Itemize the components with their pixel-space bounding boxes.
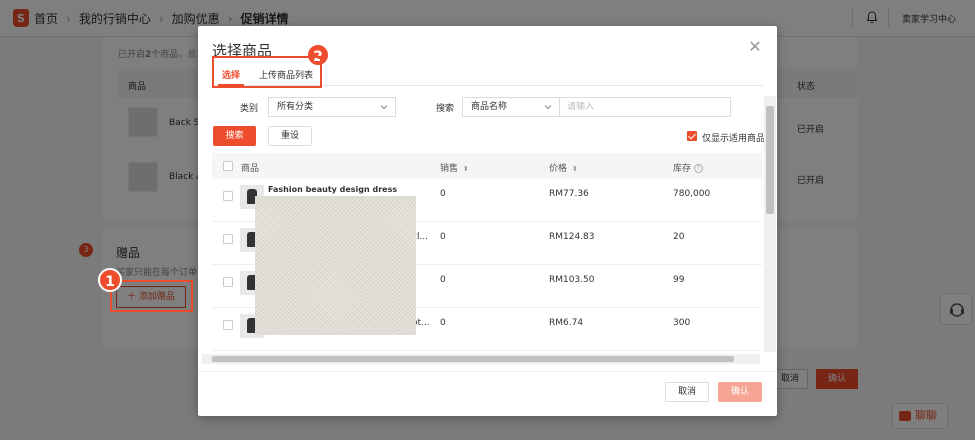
- category-label: 类别: [240, 104, 259, 114]
- row-checkbox[interactable]: [223, 277, 233, 287]
- table-header: 商品 销售 ⬍ 价格 ⬍ 库存?: [212, 153, 762, 179]
- highlight-tabs: [212, 56, 322, 88]
- cell-stock: 99: [673, 275, 685, 285]
- vertical-scrollbar[interactable]: [764, 96, 776, 352]
- search-button[interactable]: 搜索: [213, 126, 256, 146]
- sort-icon: ⬍: [572, 165, 578, 173]
- cell-sales: 0: [440, 232, 446, 242]
- select-all-checkbox[interactable]: [223, 161, 233, 171]
- cell-price: RM103.50: [549, 275, 595, 285]
- cell-stock: 20: [673, 232, 685, 242]
- col-price-label: 价格: [549, 164, 568, 174]
- chevron-down-icon: [544, 105, 552, 110]
- row-checkbox[interactable]: [223, 320, 233, 330]
- product-name: Fashion beauty design dress: [268, 185, 398, 194]
- category-value: 所有分类: [277, 102, 314, 112]
- annotation-badge-1: 1: [98, 268, 122, 292]
- help-icon[interactable]: ?: [694, 164, 704, 173]
- modal-cancel-button[interactable]: 取消: [665, 382, 709, 402]
- cell-stock: 300: [673, 318, 691, 328]
- chevron-down-icon: [380, 105, 388, 110]
- col-sales-label: 销售: [440, 164, 459, 174]
- cell-stock: 780,000: [673, 189, 711, 199]
- sort-icon: ⬍: [463, 165, 469, 173]
- redacted-area: [255, 196, 416, 335]
- search-field-value: 商品名称: [471, 102, 508, 112]
- cell-sales: 0: [440, 275, 446, 285]
- col-stock-label: 库存: [673, 164, 692, 174]
- row-checkbox[interactable]: [223, 234, 233, 244]
- col-sales[interactable]: 销售 ⬍: [440, 161, 469, 174]
- horizontal-scrollbar[interactable]: [202, 354, 760, 364]
- search-field-select[interactable]: 商品名称: [462, 97, 560, 117]
- cell-sales: 0: [440, 318, 446, 328]
- only-applicable-checkbox[interactable]: [687, 131, 697, 141]
- scrollbar-thumb[interactable]: [766, 106, 774, 214]
- col-product: 商品: [241, 164, 260, 174]
- row-checkbox[interactable]: [223, 191, 233, 201]
- reset-button[interactable]: 重设: [268, 126, 312, 146]
- col-price[interactable]: 价格 ⬍: [549, 161, 578, 174]
- cell-price: RM77.36: [549, 189, 589, 199]
- highlight-add-gift: [110, 280, 193, 312]
- only-applicable-label: 仅显示适用商品: [702, 134, 766, 144]
- search-label: 搜索: [436, 104, 455, 114]
- modal-confirm-button[interactable]: 确认: [718, 382, 762, 402]
- category-select[interactable]: 所有分类: [268, 97, 396, 117]
- cell-price: RM6.74: [549, 318, 584, 328]
- cell-price: RM124.83: [549, 232, 595, 242]
- footer-divider: [198, 371, 777, 372]
- search-input[interactable]: 请输入: [560, 97, 731, 117]
- col-stock: 库存?: [673, 161, 704, 174]
- scrollbar-thumb[interactable]: [212, 356, 734, 362]
- close-icon[interactable]: ✕: [748, 39, 762, 55]
- cell-sales: 0: [440, 189, 446, 199]
